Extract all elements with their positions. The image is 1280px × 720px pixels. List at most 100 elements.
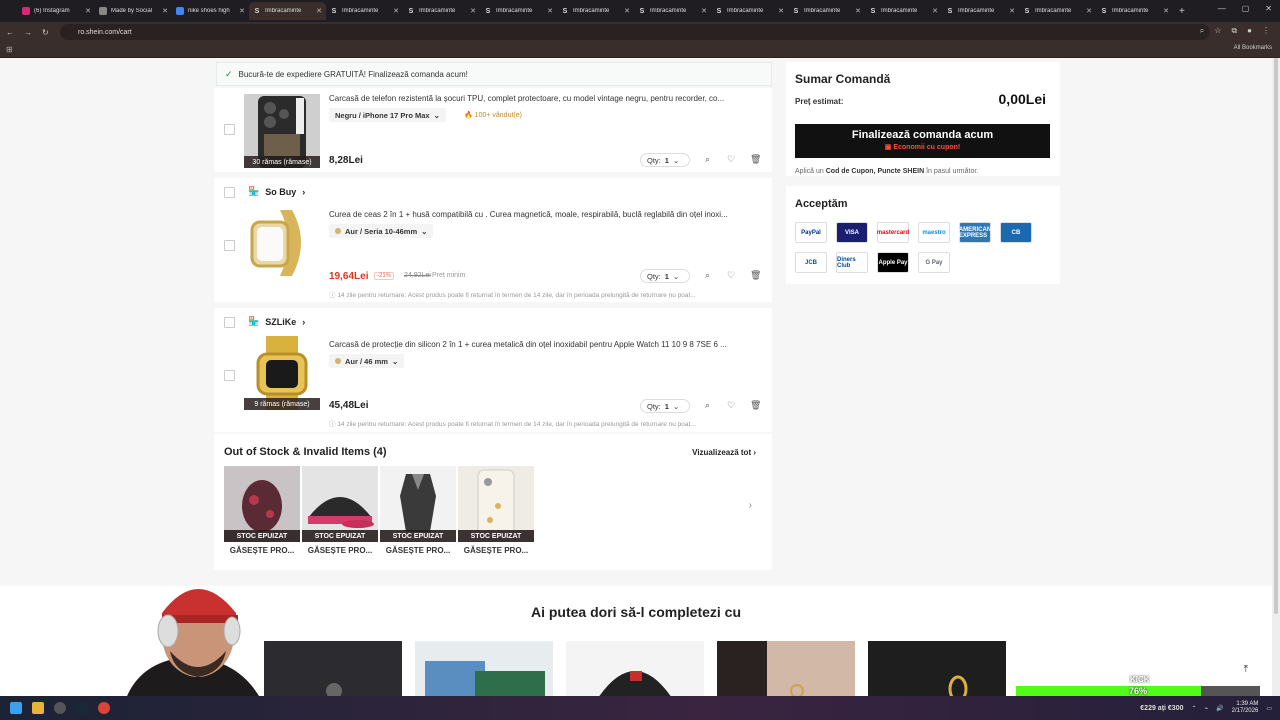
close-tab-icon[interactable]: ✕ [624,7,630,15]
item-checkbox[interactable] [224,370,235,381]
store-checkbox[interactable] [224,317,235,328]
steam-icon[interactable] [76,702,88,714]
recommended-product[interactable] [717,641,855,696]
find-similar-caption[interactable]: GĂSEȘTE PRO... [380,546,456,555]
profile-icon[interactable]: ● [1247,26,1252,36]
store-checkbox[interactable] [224,187,235,198]
chrome-icon[interactable] [98,702,110,714]
product-image[interactable]: 30 rămas (rămase) [244,94,320,168]
browser-tab[interactable]: S Îmbrăcăminte ✕ [865,2,942,20]
scrollbar-thumb[interactable] [1274,58,1278,614]
browser-tab[interactable]: S Îmbrăcăminte ✕ [557,2,634,20]
out-of-stock-card[interactable]: STOC EPUIZAT [302,466,378,542]
close-tab-icon[interactable]: ✕ [778,7,784,15]
extensions-icon[interactable]: ⧉ [1231,26,1237,36]
find-similar-icon[interactable]: ⌕ [705,154,710,165]
reload-icon[interactable]: ↻ [42,28,49,37]
volume-icon[interactable]: 🔊 [1216,705,1223,712]
browser-tab[interactable]: Made by Social ✕ [95,2,172,20]
store-link[interactable]: 🏪 SZLiKe › [248,316,305,327]
all-bookmarks[interactable]: All Bookmarks [1234,45,1272,51]
delete-trash-icon[interactable]: 🗑 [750,154,761,165]
notifications-icon[interactable]: ▭ [1266,705,1272,712]
item-checkbox[interactable] [224,124,235,135]
close-tab-icon[interactable]: ✕ [470,7,476,15]
zoom-icon[interactable]: ⌕ [1200,26,1204,36]
close-tab-icon[interactable]: ✕ [1086,7,1092,15]
apps-icon[interactable]: ⊞ [6,45,13,54]
close-tab-icon[interactable]: ✕ [393,7,399,15]
browser-tab[interactable]: S Îmbrăcăminte ✕ [788,2,865,20]
browser-tab[interactable]: S Îmbrăcăminte ✕ [326,2,403,20]
browser-tab[interactable]: S Îmbrăcăminte ✕ [1019,2,1096,20]
store-link[interactable]: 🏪 So Buy › [248,186,305,197]
variant-selector[interactable]: Aur / 46 mm ⌄ [329,354,405,368]
variant-selector[interactable]: Aur / Seria 10-46mm ⌄ [329,224,434,238]
browser-tab[interactable]: nike shoes high ✕ [172,2,249,20]
minimize-icon[interactable]: — [1218,4,1226,13]
close-tab-icon[interactable]: ✕ [162,7,168,15]
return-policy-note[interactable]: ⓘ 14 zile pentru returnare: Acest produs… [329,289,763,299]
view-all-link[interactable]: Vizualizează tot › [692,448,756,457]
product-title[interactable]: Carcasă de telefon rezistentă la șocuri … [329,94,761,103]
menu-icon[interactable]: ⋮ [1262,26,1270,36]
browser-tab[interactable]: S Îmbrăcăminte ✕ [403,2,480,20]
wishlist-heart-icon[interactable]: ♡ [727,400,735,411]
recommended-product[interactable] [566,641,704,696]
close-tab-icon[interactable]: ✕ [1009,7,1015,15]
page-scrollbar[interactable] [1272,58,1280,696]
address-bar[interactable]: ro.shein.com/cart [60,24,1210,40]
find-similar-caption[interactable]: GĂSEȘTE PRO... [302,546,378,555]
browser-tab[interactable]: S Îmbrăcăminte ✕ [634,2,711,20]
close-tab-icon[interactable]: ✕ [239,7,245,15]
out-of-stock-card[interactable]: STOC EPUIZAT [458,466,534,542]
product-image[interactable]: 9 rămas (rămase) [244,336,320,410]
quantity-stepper[interactable]: Qty: 1 ⌄ [640,153,690,167]
close-tab-icon[interactable]: ✕ [316,7,322,15]
recommended-product[interactable] [415,641,553,696]
delete-trash-icon[interactable]: 🗑 [750,400,761,411]
find-similar-icon[interactable]: ⌕ [705,400,710,411]
out-of-stock-card[interactable]: STOC EPUIZAT [380,466,456,542]
close-tab-icon[interactable]: ✕ [85,7,91,15]
product-image[interactable] [244,206,320,280]
variant-selector[interactable]: Negru / iPhone 17 Pro Max ⌄ [329,108,446,122]
delete-trash-icon[interactable]: 🗑 [750,270,761,281]
clock[interactable]: 1:39 AM 2/17/2026 [1232,701,1259,715]
return-policy-note[interactable]: ⓘ 14 zile pentru returnare: Acest produs… [329,418,763,428]
back-to-top-icon[interactable]: ⤒ [1244,664,1248,675]
quantity-stepper[interactable]: Qty: 1 ⌄ [640,269,690,283]
back-icon[interactable]: ← [6,28,14,37]
browser-tab[interactable]: S Îmbrăcăminte ✕ [480,2,557,20]
network-icon[interactable]: ⌁ [1205,705,1209,712]
browser-tab[interactable]: S Îmbrăcăminte ✕ [942,2,1019,20]
browser-tab[interactable]: S Îmbrăcăminte ✕ [249,2,326,20]
find-similar-caption[interactable]: GĂSEȘTE PRO... [458,546,534,555]
find-similar-icon[interactable]: ⌕ [705,270,710,281]
close-tab-icon[interactable]: ✕ [932,7,938,15]
browser-tab[interactable]: S Îmbrăcăminte ✕ [1096,2,1173,20]
start-icon[interactable] [10,702,22,714]
new-tab-icon[interactable]: + [1179,6,1185,17]
wishlist-heart-icon[interactable]: ♡ [727,154,735,165]
recommended-product[interactable] [868,641,1006,696]
quantity-stepper[interactable]: Qty: 1 ⌄ [640,399,690,413]
close-tab-icon[interactable]: ✕ [701,7,707,15]
carousel-next-icon[interactable]: › [749,500,752,511]
tray-chevron-icon[interactable]: ⌃ [1191,705,1196,712]
product-title[interactable]: Curea de ceas 2 în 1 + husă compatibilă … [329,210,761,219]
app-icon[interactable] [54,702,66,714]
close-tab-icon[interactable]: ✕ [855,7,861,15]
wishlist-heart-icon[interactable]: ♡ [727,270,735,281]
find-similar-caption[interactable]: GĂSEȘTE PRO... [224,546,300,555]
close-window-icon[interactable]: ✕ [1265,4,1272,13]
browser-tab[interactable]: S Îmbrăcăminte ✕ [711,2,788,20]
forward-icon[interactable]: → [24,28,32,37]
maximize-icon[interactable]: ▢ [1242,4,1250,13]
out-of-stock-card[interactable]: STOC EPUIZAT [224,466,300,542]
checkout-button[interactable]: Finalizează comanda acum ▣ Economii cu c… [795,124,1050,158]
browser-tab[interactable]: (6) Instagram ✕ [18,2,95,20]
close-tab-icon[interactable]: ✕ [1163,7,1169,15]
bookmark-star-icon[interactable]: ☆ [1214,26,1221,36]
file-explorer-icon[interactable] [32,702,44,714]
